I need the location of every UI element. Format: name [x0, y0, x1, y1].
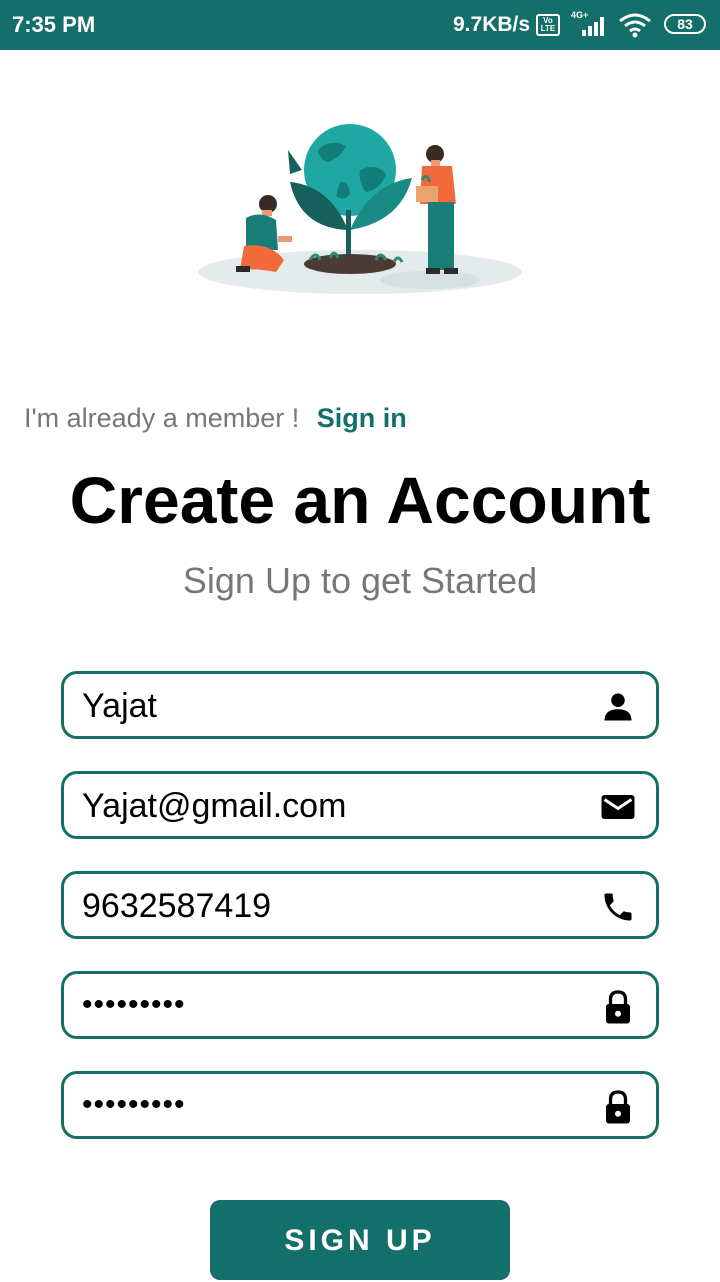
battery-indicator: 83 — [664, 14, 706, 34]
planting-illustration — [198, 124, 522, 294]
wifi-icon — [619, 13, 651, 38]
lock-icon — [606, 990, 630, 1024]
person-icon — [604, 693, 632, 721]
sign-up-button[interactable]: SIGN UP — [210, 1200, 510, 1280]
confirm-password-input-value: ••••••••• — [82, 1088, 186, 1121]
member-text: I'm already a member ! — [24, 403, 300, 433]
signal-icon — [582, 17, 604, 36]
password-field[interactable]: ••••••••• — [61, 971, 659, 1039]
network-speed: 9.7KB/s — [453, 13, 531, 36]
name-input-value: Yajat — [82, 687, 157, 725]
member-row: I'm already a member ! Sign in — [24, 403, 407, 434]
lock-icon — [606, 1090, 630, 1124]
email-field[interactable]: Yajat@gmail.com — [61, 771, 659, 839]
email-input-value: Yajat@gmail.com — [82, 787, 347, 825]
sign-in-link[interactable]: Sign in — [317, 403, 407, 433]
phone-field[interactable]: 9632587419 — [61, 871, 659, 939]
status-time: 7:35 PM — [12, 12, 96, 37]
mail-icon — [601, 795, 635, 819]
confirm-password-field[interactable]: ••••••••• — [61, 1071, 659, 1139]
name-field[interactable]: Yajat — [61, 671, 659, 739]
password-input-value: ••••••••• — [82, 988, 186, 1021]
volte-icon: Vo LTE — [536, 14, 560, 36]
phone-icon — [604, 893, 632, 921]
phone-input-value: 9632587419 — [82, 887, 272, 925]
page-subtitle: Sign Up to get Started — [182, 560, 538, 601]
page-title: Create an Account — [69, 463, 651, 537]
status-bar: 7:35 PM 9.7KB/s Vo LTE 4G+ 83 — [0, 0, 720, 50]
